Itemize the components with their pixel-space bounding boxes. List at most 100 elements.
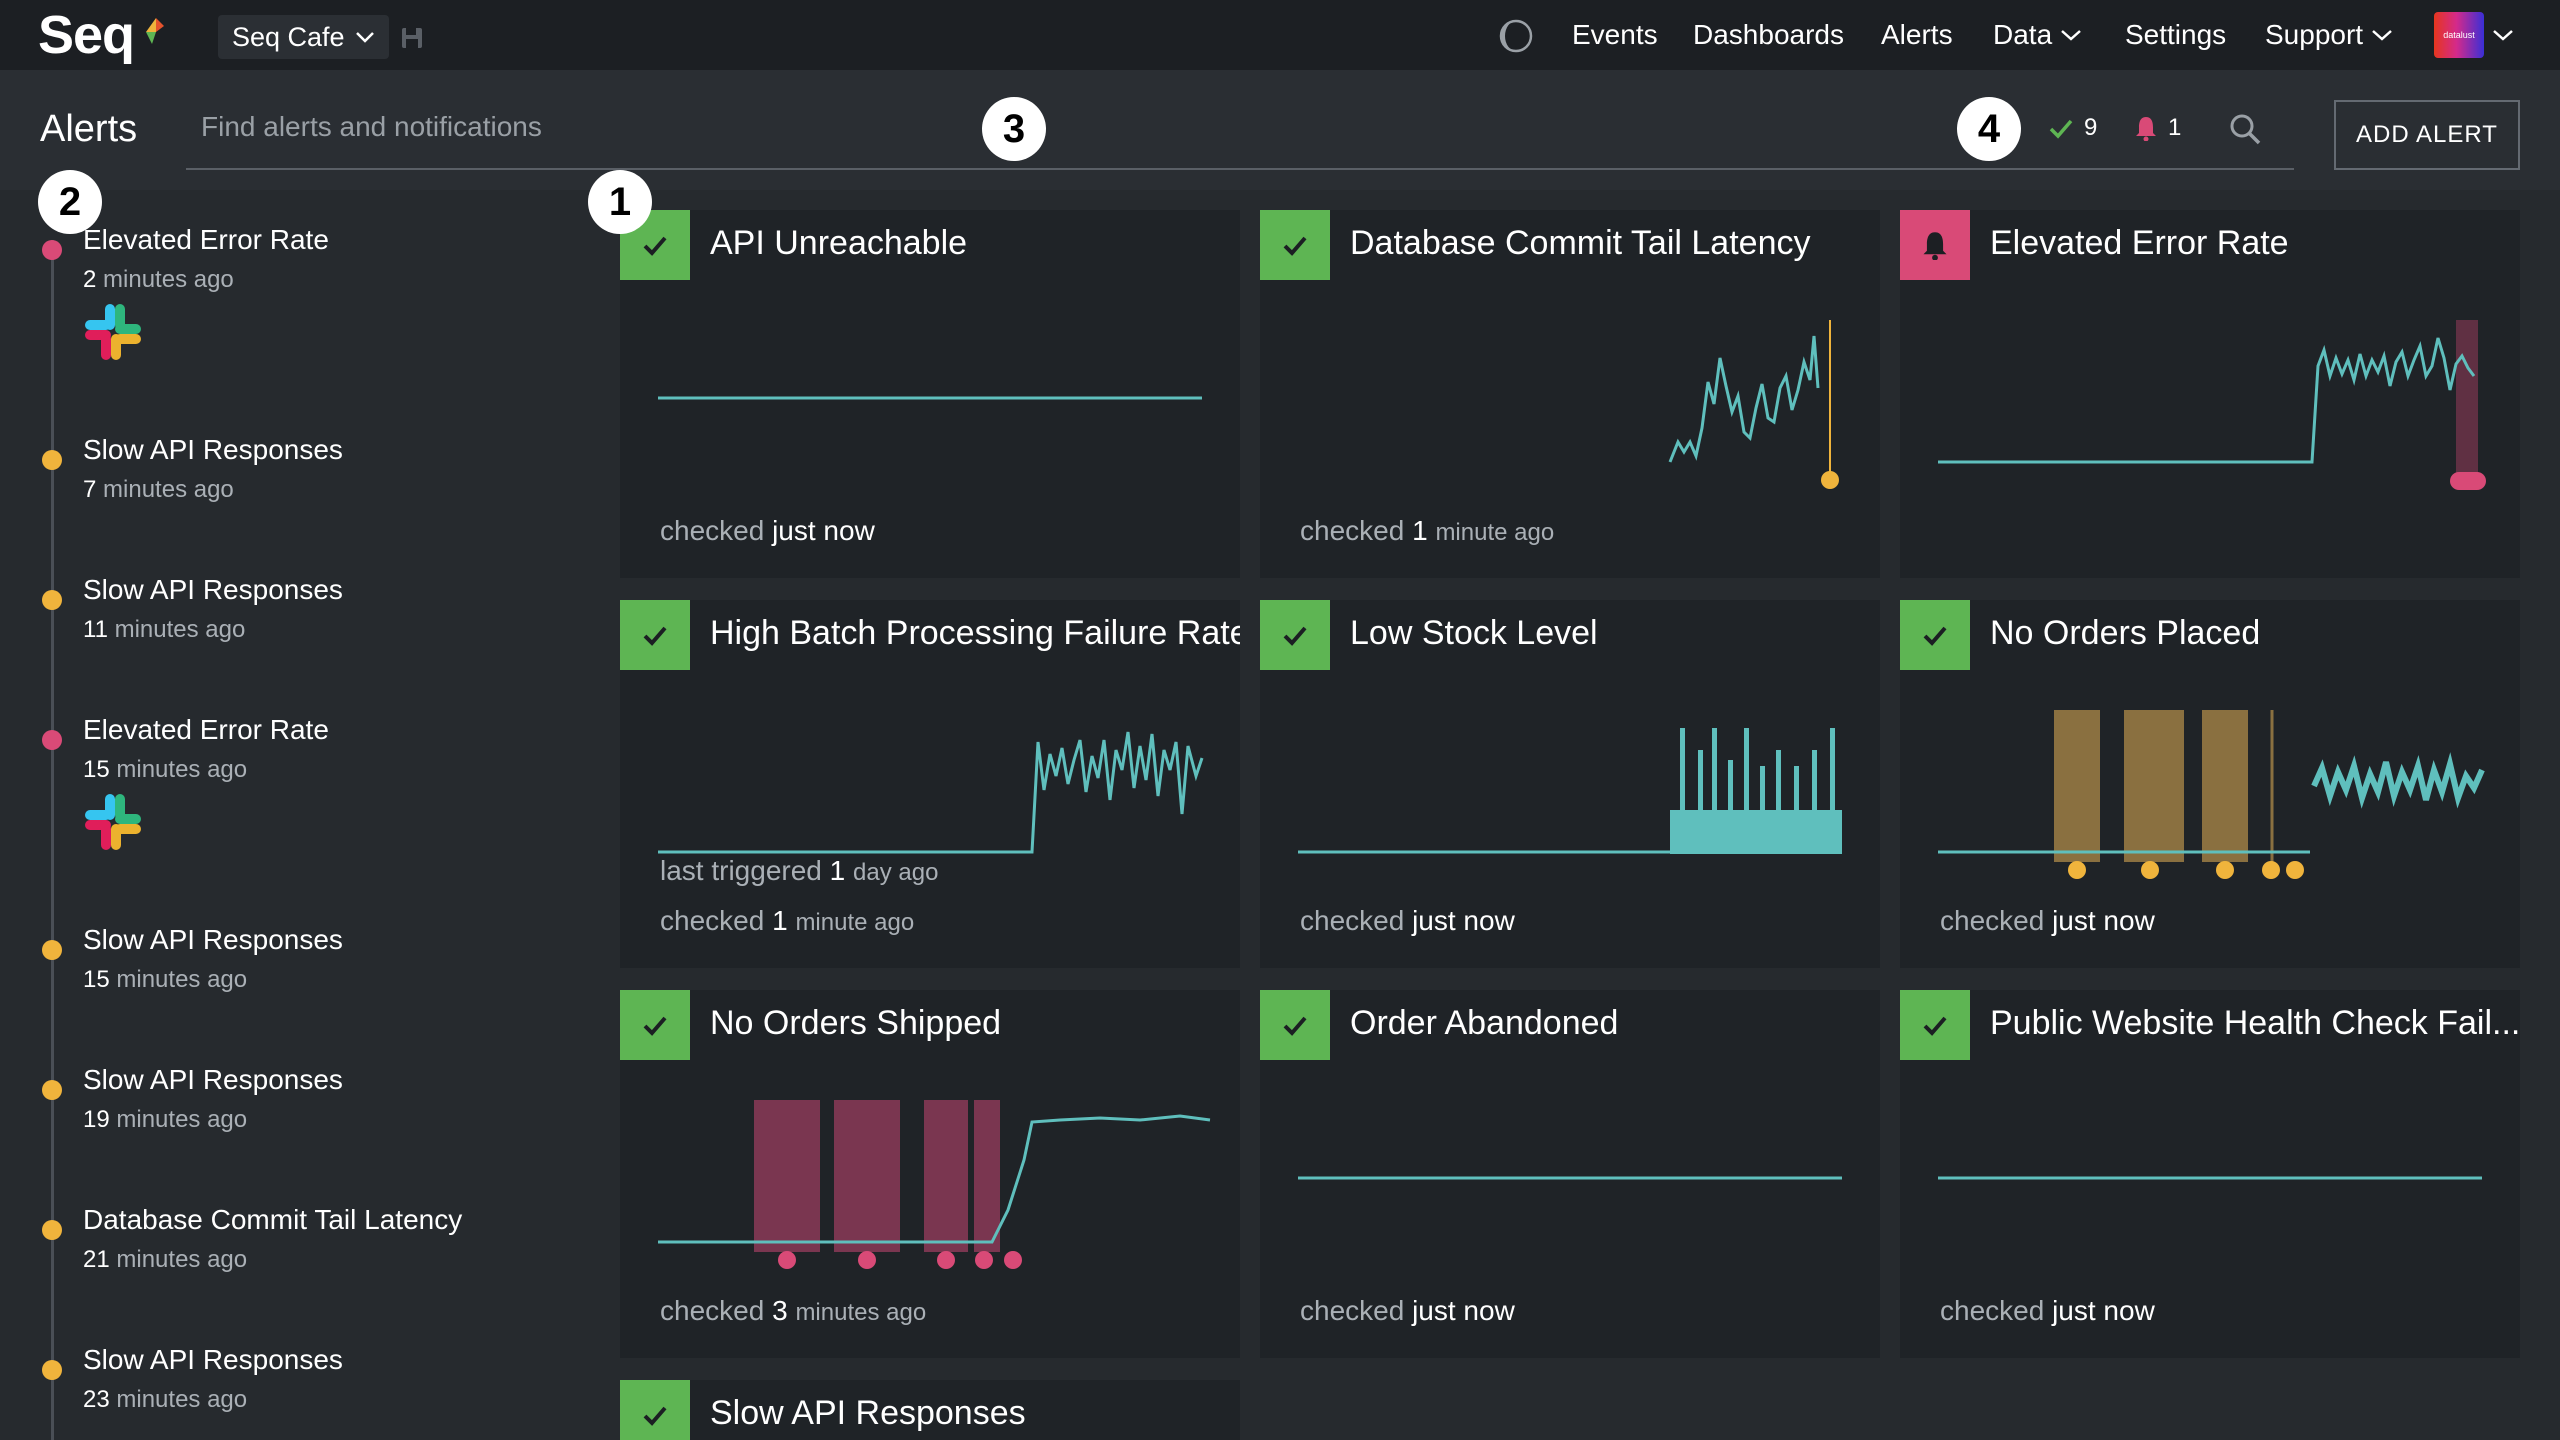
nav-data-label: Data	[1993, 19, 2053, 50]
notification-timeline: Elevated Error Rate 2 minutes ago Slow A…	[0, 190, 600, 1440]
notification-title: Slow API Responses	[83, 924, 343, 955]
chevron-down-icon[interactable]	[2492, 28, 2514, 42]
status-dot	[42, 590, 62, 610]
status-dot	[42, 730, 62, 750]
notification-title: Database Commit Tail Latency	[83, 1204, 463, 1235]
alerts-header: Alerts 9 1 ADD ALERT	[0, 70, 2560, 190]
search-underline	[186, 168, 2294, 170]
notification-title: Slow API Responses	[83, 1344, 343, 1375]
chevron-down-icon	[355, 32, 374, 43]
checked-status: checked 3 minutes ago	[660, 1295, 927, 1326]
checked-status: checked just now	[660, 515, 875, 546]
notification-title: Slow API Responses	[83, 1064, 343, 1095]
save-icon[interactable]	[400, 26, 424, 50]
notification-time: 11 minutes ago	[83, 616, 246, 643]
nav-data[interactable]: Data	[1993, 0, 2082, 70]
checked-status: checked just now	[1300, 905, 1515, 936]
warning-dot	[1821, 471, 1839, 489]
series-spike	[1794, 766, 1799, 820]
user-avatar[interactable]: datalust	[2434, 12, 2484, 58]
badge-2: 2	[38, 170, 102, 234]
warning-band	[2124, 710, 2184, 862]
page-title: Alerts	[40, 108, 138, 150]
check-icon	[2049, 119, 2073, 139]
status-dot	[42, 940, 62, 960]
bell-icon	[2136, 117, 2156, 141]
timeline-line	[51, 240, 54, 1440]
notification-time: 15 minutes ago	[83, 966, 248, 993]
alert-card-database-commit-tail-latency[interactable]: Database Commit Tail Latency checked 1 m…	[1260, 210, 1880, 578]
notification-time: 7 minutes ago	[83, 476, 234, 503]
nav-events[interactable]: Events	[1572, 0, 1658, 70]
notification-title: Slow API Responses	[83, 574, 343, 605]
status-dot	[42, 1220, 62, 1240]
series-spike	[1812, 750, 1817, 820]
nav-support-label: Support	[2265, 19, 2364, 50]
series-spike	[1712, 728, 1717, 818]
alarm-band	[754, 1100, 820, 1252]
checked-status: checked 1 minute ago	[1300, 515, 1555, 546]
seq-logo-mark-icon	[146, 18, 164, 44]
alert-card-no-orders-shipped[interactable]: No Orders Shipped checked 3 minutes ago	[620, 990, 1240, 1358]
check-icon	[643, 1406, 667, 1426]
ok-count: 9	[2084, 114, 2098, 141]
series-line	[1938, 337, 2476, 464]
ok-count-filter[interactable]: 9	[2048, 114, 2097, 142]
alert-card-order-abandoned[interactable]: Order Abandoned checked just now	[1260, 990, 1880, 1358]
nav-support[interactable]: Support	[2265, 0, 2393, 70]
moon-icon[interactable]	[1498, 18, 1534, 54]
warning-dot	[2216, 861, 2234, 879]
chevron-down-icon	[2061, 30, 2081, 41]
alarm-dot	[1004, 1251, 1022, 1269]
series-spike	[1698, 750, 1703, 820]
checked-status: checked just now	[1300, 1295, 1515, 1326]
alert-title: Slow API Responses	[710, 1394, 1026, 1432]
search-icon[interactable]	[2228, 112, 2262, 146]
status-dot	[42, 240, 62, 260]
add-alert-button[interactable]: ADD ALERT	[2334, 100, 2520, 170]
alert-card-slow-api-responses[interactable]: Slow API Responses	[620, 1380, 1240, 1440]
alarm-band	[974, 1100, 1000, 1252]
alarm-count: 1	[2168, 114, 2182, 141]
nav-settings[interactable]: Settings	[2125, 0, 2226, 70]
alert-card-elevated-error-rate[interactable]: Elevated Error Rate	[1900, 210, 2520, 578]
alert-sparkline	[1938, 320, 2486, 490]
alert-card-low-stock-level[interactable]: Low Stock Level checked just now	[1260, 600, 1880, 968]
series-line	[658, 731, 1204, 854]
status-ok	[620, 1380, 690, 1440]
warning-dot	[2141, 861, 2159, 879]
seq-logo[interactable]: Seq	[38, 4, 135, 66]
notification-title: Elevated Error Rate	[83, 224, 329, 255]
notification-time: 19 minutes ago	[83, 1106, 248, 1133]
alert-card-public-website-health-check[interactable]: Public Website Health Check Fail... chec…	[1900, 990, 2520, 1358]
chevron-down-icon	[2372, 30, 2392, 41]
workspace-selector[interactable]: Seq Cafe	[218, 15, 389, 59]
last-triggered-status: last triggered 1 day ago	[660, 855, 939, 886]
alert-card-high-batch-processing-failure-rate[interactable]: High Batch Processing Failure Rate last …	[620, 600, 1240, 968]
top-nav: Seq Seq Cafe Events Dashboards Alerts Da…	[0, 0, 2560, 70]
series-line	[2311, 752, 2485, 809]
nav-dashboards[interactable]: Dashboards	[1693, 0, 1844, 70]
series-spike	[1830, 728, 1835, 818]
nav-alerts[interactable]: Alerts	[1881, 0, 1953, 70]
notification-time: 21 minutes ago	[83, 1246, 248, 1273]
avatar-label: datalust	[2443, 30, 2475, 40]
warning-dot	[2068, 861, 2086, 879]
alert-card-no-orders-placed[interactable]: No Orders Placed checked just now	[1900, 600, 2520, 968]
checked-status: checked just now	[1940, 1295, 2155, 1326]
warning-band	[2202, 710, 2248, 862]
alarm-band	[834, 1100, 900, 1252]
search-input[interactable]	[186, 100, 1286, 154]
badge-1: 1	[588, 170, 652, 234]
alarm-count-filter[interactable]: 1	[2134, 114, 2181, 142]
warning-dot	[2286, 861, 2304, 879]
alarm-marker	[2450, 472, 2486, 490]
alert-card-api-unreachable[interactable]: API Unreachable checked just now	[620, 210, 1240, 578]
status-dot	[42, 1080, 62, 1100]
notification-time: 2 minutes ago	[83, 266, 234, 293]
alarm-dot	[778, 1251, 796, 1269]
workspace-name: Seq Cafe	[232, 21, 345, 52]
series-spike	[1728, 760, 1733, 820]
alarm-dot	[858, 1251, 876, 1269]
alarm-dot	[937, 1251, 955, 1269]
